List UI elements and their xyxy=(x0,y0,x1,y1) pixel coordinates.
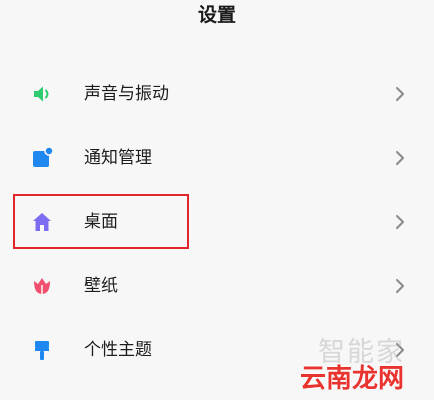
settings-item-wallpaper[interactable]: 壁纸 xyxy=(0,254,434,318)
chevron-right-icon xyxy=(396,151,404,165)
settings-screen: 设置 声音与振动 通知管理 桌面 壁纸 个性主题 智能家 云南龙网 xyxy=(0,0,434,400)
settings-item-label: 壁纸 xyxy=(84,276,118,296)
settings-item-label: 声音与振动 xyxy=(84,84,169,104)
settings-item-label: 个性主题 xyxy=(84,340,152,360)
tulip-icon xyxy=(34,278,50,294)
chevron-right-icon xyxy=(396,87,404,101)
settings-item-notifications[interactable]: 通知管理 xyxy=(0,126,434,190)
chevron-right-icon xyxy=(396,215,404,229)
paint-brush-icon xyxy=(35,341,49,360)
settings-item-sound-vibration[interactable]: 声音与振动 xyxy=(0,62,434,126)
watermark-bottom: 云南龙网 xyxy=(300,364,405,394)
speaker-icon xyxy=(34,86,49,102)
chevron-right-icon xyxy=(396,279,404,293)
notification-icon xyxy=(33,146,54,167)
page-title: 设置 xyxy=(197,4,236,26)
settings-item-label: 通知管理 xyxy=(84,148,152,168)
highlight-box xyxy=(13,194,189,249)
